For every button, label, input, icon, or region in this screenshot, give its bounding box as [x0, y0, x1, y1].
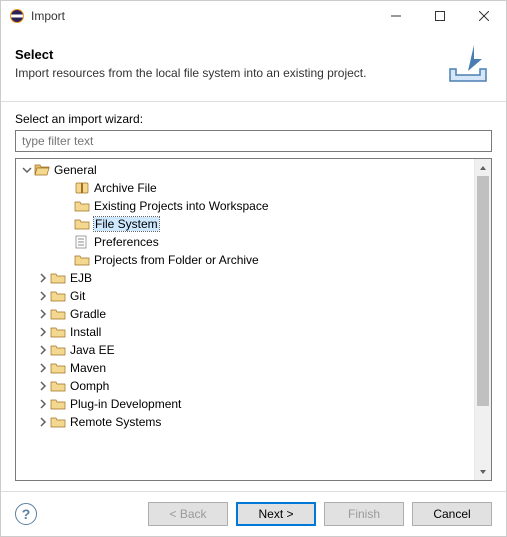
window-title: Import — [31, 9, 374, 23]
scroll-track[interactable] — [475, 176, 491, 463]
folder-icon — [50, 360, 66, 376]
app-icon — [9, 8, 25, 24]
tree-label: Existing Projects into Workspace — [94, 199, 269, 213]
tree-node-projects-folder[interactable]: Projects from Folder or Archive — [16, 251, 474, 269]
tree-node-gradle[interactable]: Gradle — [16, 305, 474, 323]
folder-icon — [50, 306, 66, 322]
tree-label: Plug-in Development — [70, 397, 181, 411]
back-button[interactable]: < Back — [148, 502, 228, 526]
help-icon[interactable]: ? — [15, 503, 37, 525]
tree-label: EJB — [70, 271, 92, 285]
folder-icon — [50, 396, 66, 412]
tree-node-preferences[interactable]: Preferences — [16, 233, 474, 251]
tree-node-maven[interactable]: Maven — [16, 359, 474, 377]
folder-icon — [50, 342, 66, 358]
chevron-right-icon[interactable] — [36, 271, 50, 285]
tree-label: Projects from Folder or Archive — [94, 253, 259, 267]
tree-label: Oomph — [70, 379, 109, 393]
tree-node-javaee[interactable]: Java EE — [16, 341, 474, 359]
chevron-right-icon[interactable] — [36, 379, 50, 393]
content-area: Select an import wizard: General Archive… — [1, 102, 506, 491]
folder-icon — [74, 252, 90, 268]
tree-node-existing-projects[interactable]: Existing Projects into Workspace — [16, 197, 474, 215]
folder-icon — [74, 198, 90, 214]
banner: Select Import resources from the local f… — [1, 31, 506, 102]
filter-input[interactable] — [15, 130, 492, 152]
tree-label: Archive File — [94, 181, 157, 195]
folder-open-icon — [34, 162, 50, 178]
folder-icon — [50, 270, 66, 286]
tree-label: Java EE — [70, 343, 115, 357]
button-bar: ? < Back Next > Finish Cancel — [1, 491, 506, 536]
next-button[interactable]: Next > — [236, 502, 316, 526]
tree-node-archive-file[interactable]: Archive File — [16, 179, 474, 197]
tree-label: General — [54, 163, 97, 177]
scroll-up-icon[interactable] — [475, 159, 491, 176]
tree-label: Maven — [70, 361, 106, 375]
import-wizard-tree[interactable]: General Archive File Existing Projects i… — [16, 159, 474, 480]
chevron-right-icon[interactable] — [36, 343, 50, 357]
chevron-right-icon[interactable] — [36, 325, 50, 339]
folder-icon — [50, 414, 66, 430]
chevron-right-icon[interactable] — [36, 397, 50, 411]
tree-node-plugin-dev[interactable]: Plug-in Development — [16, 395, 474, 413]
tree-node-file-system[interactable]: File System — [16, 215, 474, 233]
chevron-right-icon[interactable] — [36, 415, 50, 429]
tree-label: File System — [94, 217, 159, 231]
chevron-right-icon[interactable] — [36, 361, 50, 375]
tree-label: Remote Systems — [70, 415, 161, 429]
minimize-button[interactable] — [374, 1, 418, 31]
tree-label: Gradle — [70, 307, 106, 321]
preferences-icon — [74, 234, 90, 250]
tree-node-install[interactable]: Install — [16, 323, 474, 341]
finish-button[interactable]: Finish — [324, 502, 404, 526]
chevron-down-icon[interactable] — [20, 163, 34, 177]
banner-description: Import resources from the local file sys… — [15, 66, 444, 80]
wizard-label: Select an import wizard: — [15, 112, 492, 126]
maximize-button[interactable] — [418, 1, 462, 31]
scrollbar[interactable] — [474, 159, 491, 480]
archive-icon — [74, 180, 90, 196]
folder-icon — [74, 216, 90, 232]
folder-icon — [50, 288, 66, 304]
tree-node-general[interactable]: General — [16, 161, 474, 179]
close-button[interactable] — [462, 1, 506, 31]
scroll-down-icon[interactable] — [475, 463, 491, 480]
folder-icon — [50, 324, 66, 340]
tree-node-ejb[interactable]: EJB — [16, 269, 474, 287]
scroll-thumb[interactable] — [477, 176, 489, 406]
banner-title: Select — [15, 47, 444, 62]
folder-icon — [50, 378, 66, 394]
cancel-button[interactable]: Cancel — [412, 502, 492, 526]
import-icon — [444, 39, 492, 87]
tree-node-remote-systems[interactable]: Remote Systems — [16, 413, 474, 431]
tree-label: Install — [70, 325, 101, 339]
chevron-right-icon[interactable] — [36, 307, 50, 321]
tree-node-oomph[interactable]: Oomph — [16, 377, 474, 395]
chevron-right-icon[interactable] — [36, 289, 50, 303]
tree-label: Preferences — [94, 235, 159, 249]
tree-label: Git — [70, 289, 85, 303]
tree-node-git[interactable]: Git — [16, 287, 474, 305]
titlebar: Import — [1, 1, 506, 31]
tree-container: General Archive File Existing Projects i… — [15, 158, 492, 481]
